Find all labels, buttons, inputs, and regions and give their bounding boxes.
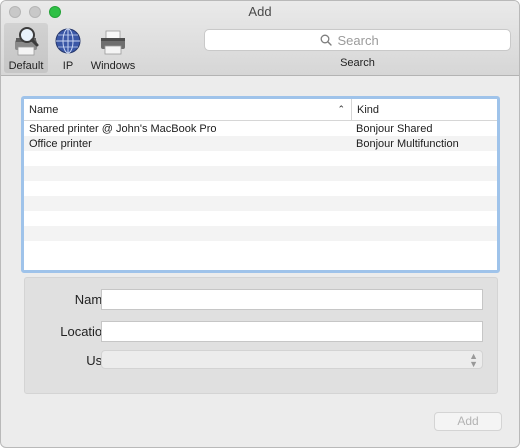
empty-table-row [24,196,497,211]
toolbar-ip[interactable]: IP [51,23,85,73]
column-header-kind-label: Kind [357,103,380,116]
toolbar-windows-label: Windows [90,60,136,72]
location-field[interactable] [101,321,483,342]
printer-kind-cell: Bonjour Multifunction [356,137,459,150]
toolbar-windows[interactable]: Windows [89,23,137,73]
search-caption: Search [340,57,375,69]
column-header-name-label: Name [29,103,59,116]
empty-table-row [24,211,497,226]
printer-table[interactable]: Name ⌃ Kind Shared printer @ John's MacB… [21,96,500,273]
up-down-chevron-icon: ▲ ▼ [469,351,478,369]
table-row[interactable]: Shared printer @ John's MacBook Pro Bonj… [24,121,497,136]
printer-name-cell: Office printer [29,137,92,150]
windows-printer-icon [101,30,125,55]
empty-table-row [24,151,497,166]
toolbar: Add Default IP Windows Search Search [1,1,519,76]
search-icon [320,34,332,46]
column-header-kind[interactable]: Kind [352,99,497,120]
empty-table-row [24,166,497,181]
search-field[interactable] [204,29,511,51]
printer-kind-cell: Bonjour Shared [356,122,433,135]
use-row: Use: ▲ ▼ [25,350,497,372]
table-row[interactable]: Office printer Bonjour Multifunction [24,136,497,151]
name-row: Name: [25,289,497,311]
add-button[interactable]: Add [434,412,502,431]
table-header: Name ⌃ Kind [24,99,497,121]
name-field[interactable] [101,289,483,310]
printer-name-cell: Shared printer @ John's MacBook Pro [29,122,217,135]
empty-table-row [24,226,497,241]
default-printer-magnifier-icon [15,27,39,56]
printer-details-form: Name: Location: Use: ▲ ▼ [24,277,498,394]
empty-table-row [24,181,497,196]
toolbar-default[interactable]: Default [4,23,48,73]
use-popup-button[interactable]: ▲ ▼ [101,350,483,369]
empty-table-row [24,241,497,256]
toolbar-ip-label: IP [62,60,74,72]
table-body: Shared printer @ John's MacBook Pro Bonj… [24,121,497,256]
location-row: Location: [25,321,497,343]
window-title: Add [248,4,272,19]
toolbar-default-label: Default [8,60,44,72]
sort-ascending-icon: ⌃ [337,104,345,114]
globe-network-icon [55,28,81,54]
search-input[interactable] [335,31,396,49]
column-header-name[interactable]: Name ⌃ [24,99,352,120]
add-printer-window: Add Default IP Windows Search Search Nam… [0,0,520,448]
